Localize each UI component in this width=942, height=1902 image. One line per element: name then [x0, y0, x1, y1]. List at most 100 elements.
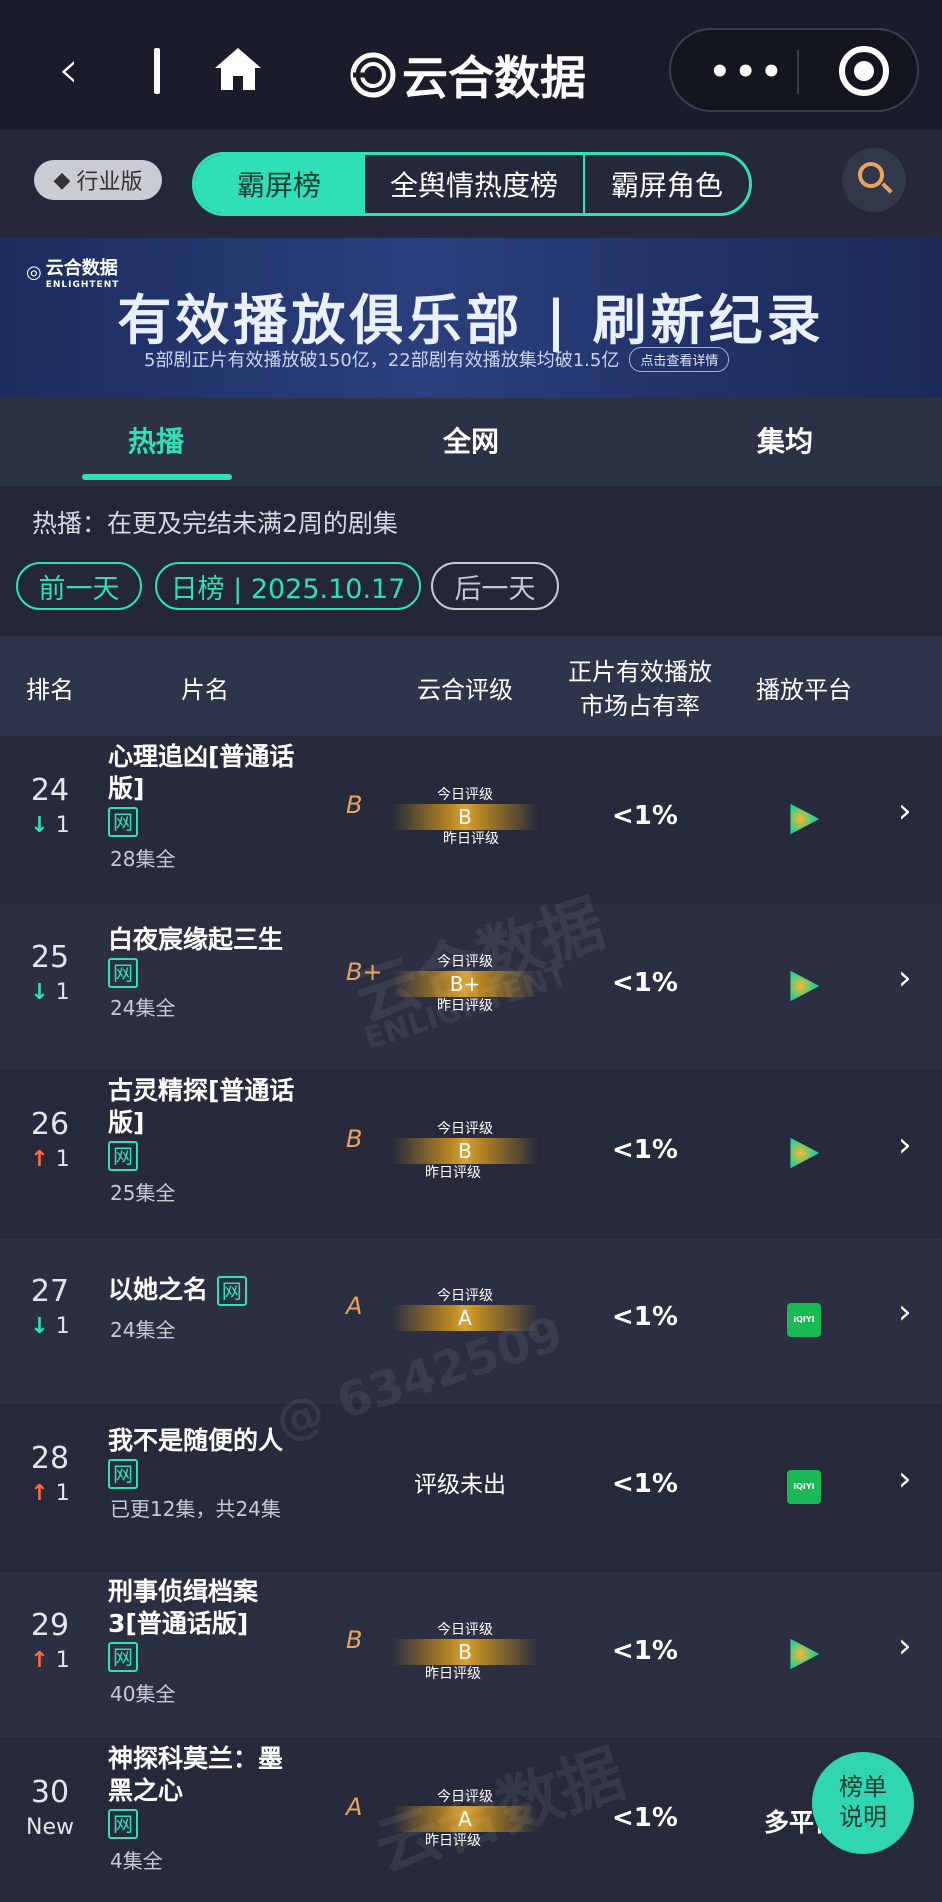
rank-change: ↓ 1 — [14, 980, 86, 1005]
today-grade-label: 今日评级 — [437, 1121, 493, 1137]
yunhe-grade: B — [346, 791, 363, 819]
tencent-video-icon — [790, 1137, 820, 1169]
show-title-line2: 版] — [108, 774, 145, 803]
tab-per-episode[interactable]: 集均 — [757, 420, 813, 460]
home-icon[interactable] — [213, 46, 263, 92]
web-series-tag: 网 — [108, 1141, 138, 1171]
yesterday-grade-label: 昨日评级 — [425, 1165, 481, 1181]
divider — [154, 48, 160, 94]
banner-subline-text: 5部剧正片有效播放破150亿，22部剧有效播放集均破1.5亿 — [144, 350, 620, 371]
tab-dominant-roles[interactable]: 霸屏角色 — [583, 155, 749, 213]
scope-note: 热播：在更及完结未满2周的剧集 — [32, 509, 398, 538]
web-series-tag: 网 — [108, 1809, 138, 1839]
promo-banner[interactable]: ◎ 云合数据 ENLIGHTENT 有效播放俱乐部 | 刷新纪录 5部剧正片有效播… — [0, 238, 942, 398]
prev-day-button[interactable]: 前一天 — [16, 562, 142, 610]
show-title[interactable]: 以她之名 网 — [108, 1274, 328, 1306]
market-share: <1% — [612, 1636, 678, 1666]
show-title-line1: 刑事侦缉档案 — [108, 1577, 259, 1606]
chevron-right-icon[interactable]: › — [898, 958, 912, 998]
market-share: <1% — [612, 968, 678, 998]
banner-detail-button[interactable]: 点击查看详情 — [629, 346, 730, 372]
grade-bar-value: B — [458, 1640, 472, 1664]
episode-count: 4集全 — [110, 1849, 163, 1873]
rank-change: ↑ 1 — [14, 1481, 86, 1506]
active-tab-underline — [82, 474, 232, 480]
diamond-icon: ◆ — [53, 167, 71, 193]
next-day-button[interactable]: 后一天 — [431, 562, 559, 610]
chevron-right-icon[interactable]: › — [898, 1125, 912, 1165]
industry-version-badge[interactable]: ◆ 行业版 — [34, 160, 162, 200]
banner-subline: 5部剧正片有效播放破150亿，22部剧有效播放集均破1.5亿 点击查看详情 — [144, 346, 730, 372]
rank-change-value: 1 — [55, 1648, 70, 1673]
ranking-explanation-button[interactable]: 榜单 说明 — [812, 1752, 914, 1854]
table-row[interactable]: 29 ↑ 1 刑事侦缉档案 3[普通话版] 网 40集全 B 今日评级 B 昨日评级… — [0, 1572, 942, 1738]
chevron-right-icon[interactable]: › — [898, 791, 912, 831]
more-icon[interactable]: ••• — [709, 52, 786, 92]
episode-count: 25集全 — [110, 1181, 176, 1205]
banner-headline: 有效播放俱乐部 | 刷新纪录 — [117, 289, 825, 352]
tab-hot[interactable]: 热播 — [128, 420, 184, 460]
show-title[interactable]: 古灵精探[普通话 版] 网 — [108, 1075, 308, 1171]
chevron-right-icon[interactable]: › — [898, 1626, 912, 1666]
ranking-explanation-line1: 榜单 — [839, 1773, 887, 1801]
tab-all-network[interactable]: 全网 — [443, 420, 499, 460]
arrow-down-icon: ↓ — [30, 1314, 49, 1339]
iqiyi-icon: iQIYI — [787, 1470, 821, 1504]
tencent-video-icon — [790, 1638, 820, 1670]
col-rank: 排名 — [26, 676, 74, 704]
episode-count: 40集全 — [110, 1682, 176, 1706]
rank-change-value: 1 — [55, 1481, 70, 1506]
capsule-menu: ••• — [669, 28, 919, 112]
today-grade-label: 今日评级 — [437, 1288, 493, 1304]
col-share-line2: 市场占有率 — [580, 692, 700, 720]
col-share-line1: 正片有效播放 — [568, 658, 712, 686]
chevron-right-icon[interactable]: › — [898, 1459, 912, 1499]
rank-number: 26 — [30, 1107, 70, 1142]
rank-change: ↓ 1 — [14, 813, 86, 838]
show-title-line1: 古灵精探[普通话 — [108, 1076, 295, 1105]
web-series-tag: 网 — [108, 1459, 138, 1489]
rank-change-value: 1 — [55, 1314, 70, 1339]
show-title-line2: 3[普通话版] — [108, 1609, 249, 1638]
show-title-line2: 版] — [108, 1108, 145, 1137]
yesterday-grade-label: 昨日评级 — [443, 831, 499, 847]
grade-bar-value: B — [458, 1139, 472, 1163]
yunhe-grade: B — [346, 1626, 363, 1654]
arrow-down-icon: ↓ — [30, 813, 49, 838]
show-title[interactable]: 神探科莫兰：墨 黑之心网 — [108, 1743, 308, 1839]
market-share: <1% — [612, 1469, 678, 1499]
close-mini-program-icon[interactable] — [839, 46, 889, 96]
rank-number: 30 — [30, 1775, 70, 1810]
ranking-type-tabs: 霸屏榜 全舆情热度榜 霸屏角色 — [192, 152, 752, 216]
show-title-line1: 我不是随便的人 — [108, 1426, 284, 1455]
show-title-line1: 以她之名 — [108, 1275, 209, 1304]
show-title[interactable]: 白夜宸缘起三生网 — [108, 924, 308, 988]
tab-public-opinion[interactable]: 全舆情热度榜 — [363, 155, 583, 213]
chevron-right-icon[interactable]: › — [898, 1292, 912, 1332]
market-share: <1% — [612, 1135, 678, 1165]
table-row[interactable]: 26 ↑ 1 古灵精探[普通话 版] 网 25集全 B 今日评级 B 昨日评级 <1… — [0, 1071, 942, 1237]
tab-screen-dominance[interactable]: 霸屏榜 — [195, 155, 363, 213]
yunhe-grade: A — [346, 1793, 363, 1821]
industry-label: 行业版 — [76, 170, 143, 195]
current-date-button[interactable]: 日榜 | 2025.10.17 — [155, 562, 421, 610]
rank-number: 28 — [30, 1441, 70, 1476]
col-platform: 播放平台 — [756, 676, 852, 704]
show-title[interactable]: 心理追凶[普通话 版] 网 — [108, 741, 308, 837]
table-row[interactable]: 24 ↓ 1 心理追凶[普通话 版] 网 28集全 B 今日评级 B 昨日评级 <1… — [0, 737, 942, 903]
grade-meter: 今日评级 B 昨日评级 — [392, 766, 538, 866]
web-series-tag: 网 — [216, 1276, 247, 1306]
search-icon-handle — [881, 182, 893, 194]
app-title: 云合数据 — [350, 42, 586, 108]
table-header: 排名 片名 云合评级 正片有效播放 市场占有率 播放平台 — [0, 636, 942, 736]
back-icon[interactable]: ‹ — [58, 40, 79, 100]
arrow-down-icon: ↓ — [30, 980, 49, 1005]
yesterday-grade-label: 昨日评级 — [425, 1666, 481, 1682]
search-icon — [858, 162, 884, 188]
show-title[interactable]: 刑事侦缉档案 3[普通话版] 网 — [108, 1576, 308, 1672]
rank-change-value: 1 — [55, 1147, 70, 1172]
table-row[interactable]: 28 ↑ 1 我不是随便的人网 已更12集，共24集 评级未出 <1% iQIY… — [0, 1405, 942, 1571]
web-series-tag: 网 — [108, 807, 138, 837]
search-button[interactable] — [842, 148, 906, 212]
rank-change: ↓ 1 — [14, 1314, 86, 1339]
